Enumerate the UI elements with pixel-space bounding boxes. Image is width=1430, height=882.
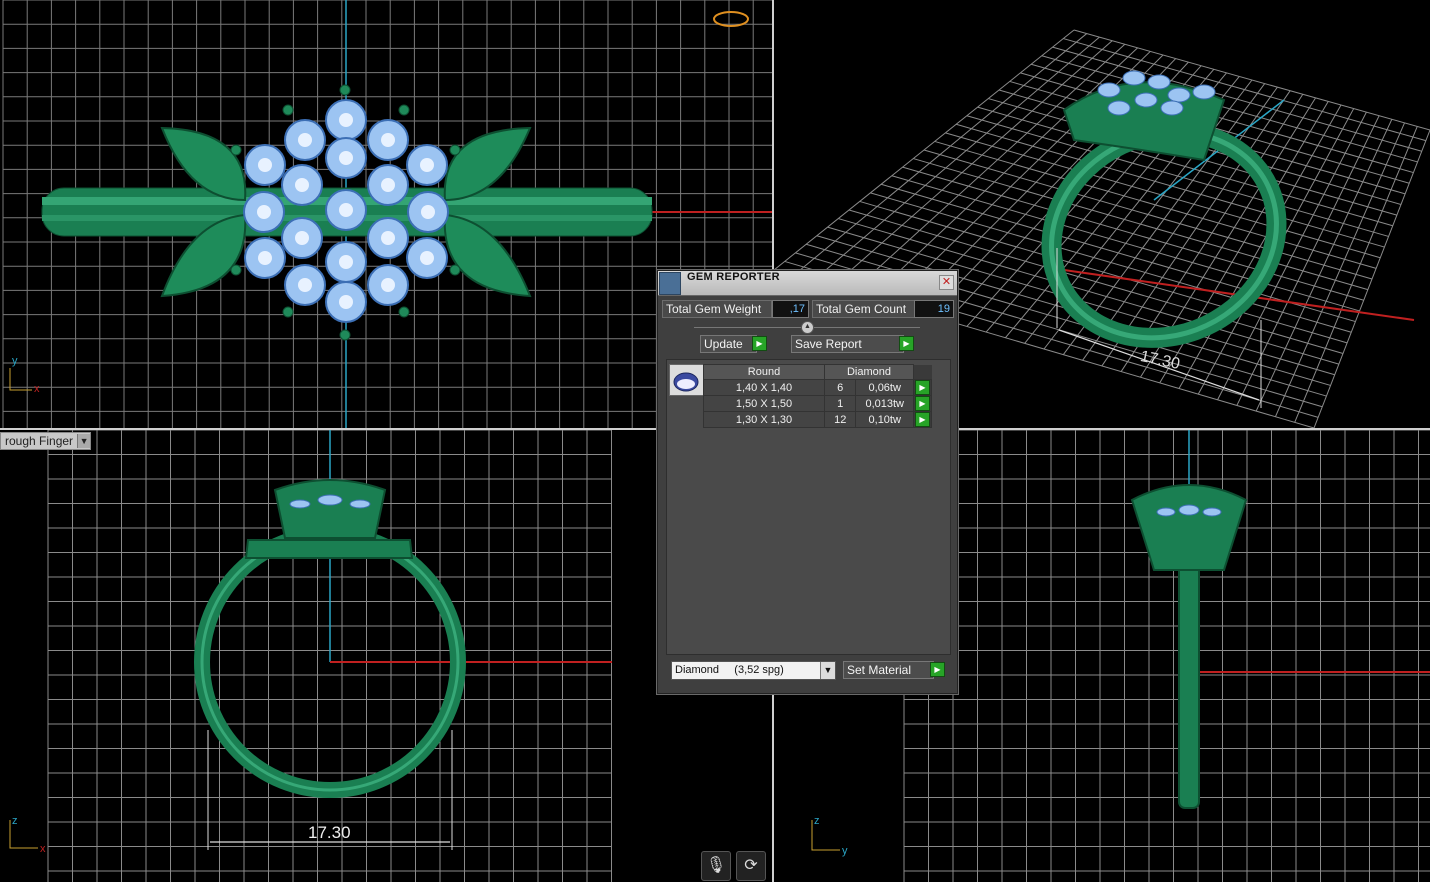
top-axis-y-label: y	[12, 355, 18, 367]
material-select-value: Diamond (3,52 spg)	[675, 664, 784, 676]
gem-shape-thumbnail[interactable]	[669, 364, 704, 396]
gem-size-cell: 1,30 X 1,30	[703, 411, 825, 428]
gem-weight-cell: 0,10tw	[855, 411, 914, 428]
material-select[interactable]: Diamond (3,52 spg) ▼	[671, 661, 836, 680]
update-play-icon[interactable]: ▶	[752, 336, 767, 351]
table-row[interactable]: 1,30 X 1,30 12 0,10tw ▶	[703, 411, 932, 428]
render-mode-dropdown[interactable]: rough Finger ▼	[0, 432, 92, 450]
gem-reporter-titlebar[interactable]: GEM REPORTER ✕	[658, 271, 957, 296]
gem-weight-cell: 0,013tw	[855, 395, 914, 412]
gem-count-cell: 1	[823, 395, 857, 412]
gem-weight-cell: 0,06tw	[855, 379, 914, 396]
microphone-icon[interactable]: 🎙	[701, 851, 731, 881]
render-mode-value: rough Finger	[5, 434, 74, 448]
set-material-button[interactable]: Set Material	[843, 661, 934, 679]
total-gem-weight-value: ,17	[772, 300, 809, 318]
row-select-play-icon[interactable]: ▶	[915, 412, 930, 427]
table-row[interactable]: 1,50 X 1,50 1 0,013tw ▶	[703, 395, 932, 412]
gem-report-table: Round Diamond 1,40 X 1,40 6 0,06tw ▶ 1,5…	[703, 364, 932, 428]
total-gem-weight-label: Total Gem Weight	[662, 300, 772, 318]
gem-count-cell: 6	[823, 379, 857, 396]
row-select-play-icon[interactable]: ▶	[915, 396, 930, 411]
front-axis-x-label: x	[40, 843, 46, 855]
gem-size-cell: 1,40 X 1,40	[703, 379, 825, 396]
chevron-down-icon[interactable]: ▼	[77, 434, 91, 448]
gem-reporter-panel: GEM REPORTER ✕ Total Gem Weight ,17 Tota…	[657, 270, 958, 694]
total-gem-count-value: 19	[914, 300, 954, 318]
update-button-label: Update	[704, 337, 743, 351]
front-dimension-label: 17.30	[308, 823, 351, 842]
total-gem-count-label: Total Gem Count	[812, 300, 916, 318]
ring-shank-right	[1178, 539, 1200, 809]
right-axis-z-label: z	[814, 815, 820, 827]
save-report-button[interactable]: Save Report	[791, 335, 904, 353]
set-material-play-icon[interactable]: ▶	[930, 662, 945, 677]
gem-cluster-top	[230, 84, 461, 341]
top-axis-x-label: x	[34, 383, 40, 395]
gem-count-cell: 12	[823, 411, 857, 428]
save-report-button-label: Save Report	[795, 337, 862, 351]
gem-reporter-title: GEM REPORTER	[687, 271, 780, 283]
row-select-play-icon[interactable]: ▶	[915, 380, 930, 395]
chevron-down-icon[interactable]: ▼	[820, 662, 835, 679]
collapse-toggle-icon[interactable]: ▲	[801, 321, 814, 334]
update-button[interactable]: Update	[700, 335, 757, 353]
table-header-material: Diamond	[824, 364, 914, 380]
table-row[interactable]: 1,40 X 1,40 6 0,06tw ▶	[703, 379, 932, 396]
gem-report-table-area: Round Diamond 1,40 X 1,40 6 0,06tw ▶ 1,5…	[666, 359, 951, 655]
set-material-button-label: Set Material	[847, 663, 912, 677]
table-header-shape: Round	[703, 364, 825, 380]
right-axis-y-label: y	[842, 845, 848, 857]
gem-reporter-icon	[659, 272, 681, 295]
gem-size-cell: 1,50 X 1,50	[703, 395, 825, 412]
close-icon[interactable]: ✕	[939, 275, 954, 290]
front-axis-z-label: z	[12, 815, 18, 827]
save-report-play-icon[interactable]: ▶	[899, 336, 914, 351]
refresh-icon[interactable]: ⟳	[736, 851, 766, 881]
